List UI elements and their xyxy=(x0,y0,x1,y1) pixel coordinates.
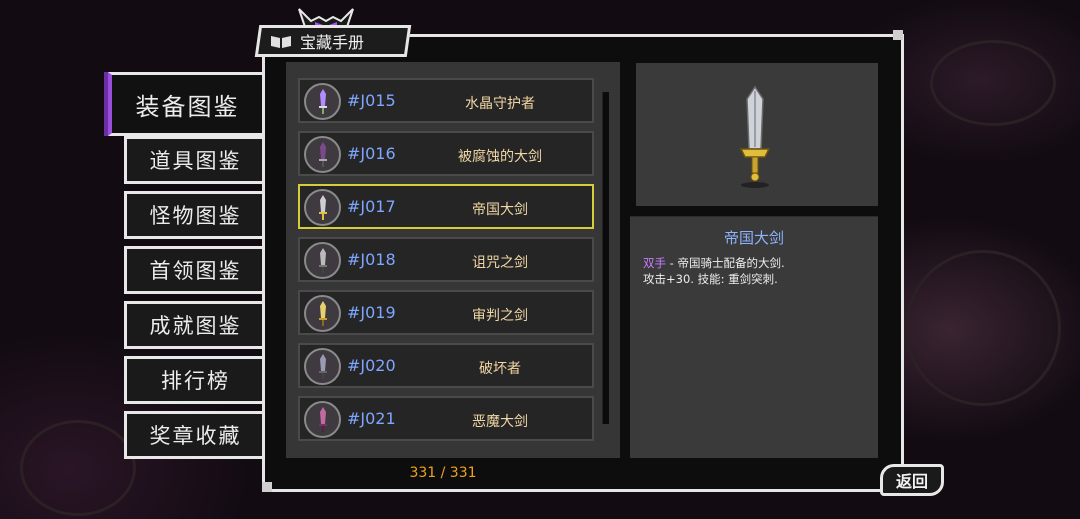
back-button[interactable]: 返回 xyxy=(880,464,944,496)
item-code: #J017 xyxy=(347,197,396,216)
list-item[interactable]: #J018 诅咒之剑 xyxy=(298,237,594,282)
menu-item-label: 首领图鉴 xyxy=(149,259,242,283)
item-code: #J018 xyxy=(347,250,396,269)
imperial-sword-icon xyxy=(739,85,771,188)
item-info xyxy=(630,216,878,458)
item-name: 恶魔大剑 xyxy=(472,414,528,430)
item-name: 被腐蚀的大剑 xyxy=(458,149,542,165)
item-stats: 攻击+30. 技能: 重剑突刺. xyxy=(643,272,778,286)
panel-corner xyxy=(262,482,272,492)
menu-item-label: 奖章收藏 xyxy=(149,424,242,448)
crystal-sword-icon xyxy=(304,83,341,120)
destroyer-sword-icon xyxy=(304,348,341,385)
item-detail-title: 帝国大剑 xyxy=(723,229,784,247)
menu-item-medals[interactable]: 奖章收藏 xyxy=(124,411,264,459)
item-name: 破坏者 xyxy=(479,361,521,377)
list-item[interactable]: #J020 破坏者 xyxy=(298,343,594,388)
cursed-sword-icon xyxy=(304,242,341,279)
menu-item-label: 成就图鉴 xyxy=(149,314,242,338)
list-item-selected[interactable]: #J017 帝国大剑 xyxy=(298,184,594,229)
panel-corner xyxy=(893,30,903,40)
menu-item-monsters[interactable]: 怪物图鉴 xyxy=(124,191,264,239)
item-description: 双手 - 帝国骑士配备的大剑. xyxy=(643,255,785,271)
corroded-sword-icon xyxy=(304,136,341,173)
weapon-type: 双手 xyxy=(643,256,666,270)
menu-item-label: 道具图鉴 xyxy=(149,149,242,173)
background-decor xyxy=(905,250,1061,406)
item-name: 水晶守护者 xyxy=(465,96,535,112)
menu-item-leaderboard[interactable]: 排行榜 xyxy=(124,356,264,404)
item-preview xyxy=(636,63,878,206)
item-name: 审判之剑 xyxy=(472,308,528,324)
list-item[interactable]: #J019 审判之剑 xyxy=(298,290,594,335)
menu-item-label: 排行榜 xyxy=(161,369,230,393)
list-item[interactable]: #J021 恶魔大剑 xyxy=(298,396,594,441)
panel-title: 宝藏手册 xyxy=(300,33,365,52)
menu-item-label: 怪物图鉴 xyxy=(149,204,242,228)
item-code: #J020 xyxy=(347,356,396,375)
panel-title-tab: 宝藏手册 xyxy=(254,25,412,57)
list-item[interactable]: #J016 被腐蚀的大剑 xyxy=(298,131,594,176)
item-code: #J016 xyxy=(347,144,396,163)
background-decor xyxy=(20,420,136,516)
item-code: #J019 xyxy=(347,303,396,322)
menu-item-items[interactable]: 道具图鉴 xyxy=(124,136,264,184)
menu-item-label: 装备图鉴 xyxy=(135,92,240,121)
item-code: #J015 xyxy=(347,91,396,110)
back-button-label: 返回 xyxy=(895,472,928,491)
item-name: 帝国大剑 xyxy=(472,202,528,218)
item-description-text: - 帝国骑士配备的大剑. xyxy=(666,256,785,270)
list-item[interactable]: #J015 水晶守护者 xyxy=(298,78,594,123)
demon-sword-icon xyxy=(304,401,341,438)
list-scrollbar[interactable] xyxy=(602,92,609,424)
menu-item-achievements[interactable]: 成就图鉴 xyxy=(124,301,264,349)
item-code: #J021 xyxy=(347,409,396,428)
imperial-sword-icon xyxy=(304,189,341,226)
menu-item-equipment[interactable]: 装备图鉴 xyxy=(108,72,266,136)
judgement-sword-icon xyxy=(304,295,341,332)
menu-item-bosses[interactable]: 首领图鉴 xyxy=(124,246,264,294)
item-name: 诅咒之剑 xyxy=(472,255,528,271)
background-decor xyxy=(930,40,1056,126)
book-icon xyxy=(271,36,291,48)
item-counter: 331 / 331 xyxy=(409,465,477,481)
